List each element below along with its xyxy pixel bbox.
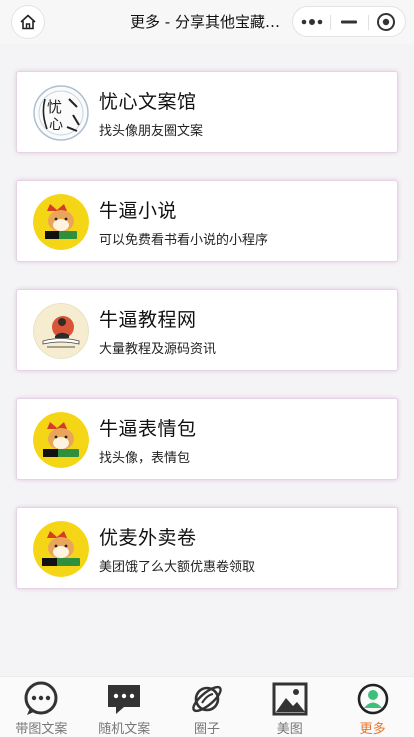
tab-pictures[interactable]: 美图 bbox=[248, 677, 331, 737]
close-circle-icon bbox=[377, 12, 396, 31]
planet-icon bbox=[192, 685, 222, 713]
message-icon bbox=[108, 685, 141, 714]
list-item[interactable]: 忧 心 忧心文案馆 找头像朋友圈文案 bbox=[16, 71, 398, 153]
home-button[interactable] bbox=[11, 5, 45, 39]
shiba-novel-icon bbox=[33, 194, 89, 250]
tab-label: 圈子 bbox=[193, 722, 220, 737]
item-description: 大量教程及源码资讯 bbox=[99, 342, 217, 357]
list-item[interactable]: 优麦外卖卷 美团饿了么大额优惠卷领取 bbox=[16, 507, 398, 589]
tab-random-copy[interactable]: 随机文案 bbox=[83, 677, 166, 737]
item-title: 牛逼表情包 bbox=[99, 418, 197, 440]
item-description: 找头像，表情包 bbox=[99, 451, 191, 466]
tab-label: 美图 bbox=[276, 722, 303, 737]
tab-bar: 带图文案 随机文案 圈子 美图 更多 bbox=[0, 676, 414, 737]
tab-circle[interactable]: 圈子 bbox=[166, 677, 249, 737]
item-title: 忧心文案馆 bbox=[99, 91, 197, 113]
capsule-menu bbox=[292, 6, 406, 37]
image-icon bbox=[272, 682, 308, 716]
shiba-sticker-icon bbox=[33, 412, 89, 468]
item-title: 牛逼小说 bbox=[99, 200, 178, 222]
item-description: 可以免费看书看小说的小程序 bbox=[99, 233, 269, 248]
item-description: 美团饿了么大额优惠卷领取 bbox=[99, 560, 256, 575]
item-title: 优麦外卖卷 bbox=[99, 527, 197, 549]
tab-more[interactable]: 更多 bbox=[331, 677, 414, 737]
list-item[interactable]: 牛逼小说 可以免费看书看小说的小程序 bbox=[16, 180, 398, 262]
shiba-takeaway-icon bbox=[33, 521, 89, 577]
list-item[interactable]: 牛逼表情包 找头像，表情包 bbox=[16, 398, 398, 480]
tab-label: 带图文案 bbox=[15, 722, 68, 737]
svg-text:忧: 忧 bbox=[47, 98, 62, 116]
mini-program-list: 忧 心 忧心文案馆 找头像朋友圈文案 牛逼小说 可以免费看书看小说的小程序 牛逼… bbox=[16, 71, 398, 616]
item-title: 牛逼教程网 bbox=[99, 309, 197, 331]
chat-bubble-icon bbox=[24, 681, 58, 715]
more-options-button[interactable] bbox=[293, 7, 330, 36]
minus-icon bbox=[340, 20, 357, 23]
tab-image-copy[interactable]: 带图文案 bbox=[0, 677, 83, 737]
minimize-button[interactable] bbox=[330, 7, 367, 36]
navigation-bar: 更多 - 分享其他宝藏小程序 bbox=[0, 0, 414, 44]
home-icon bbox=[20, 14, 36, 30]
more-dots-icon bbox=[301, 18, 322, 25]
youxin-logo-icon: 忧 心 bbox=[33, 85, 89, 141]
close-button[interactable] bbox=[367, 7, 405, 36]
tab-label: 更多 bbox=[359, 722, 386, 737]
svg-text:心: 心 bbox=[49, 117, 63, 133]
list-item[interactable]: 牛逼教程网 大量教程及源码资讯 bbox=[16, 289, 398, 371]
user-icon bbox=[357, 683, 388, 715]
tutorial-logo-icon bbox=[33, 303, 89, 359]
item-description: 找头像朋友圈文案 bbox=[99, 124, 204, 139]
tab-label: 随机文案 bbox=[98, 722, 151, 737]
page-title: 更多 - 分享其他宝藏小程序 bbox=[130, 13, 290, 31]
